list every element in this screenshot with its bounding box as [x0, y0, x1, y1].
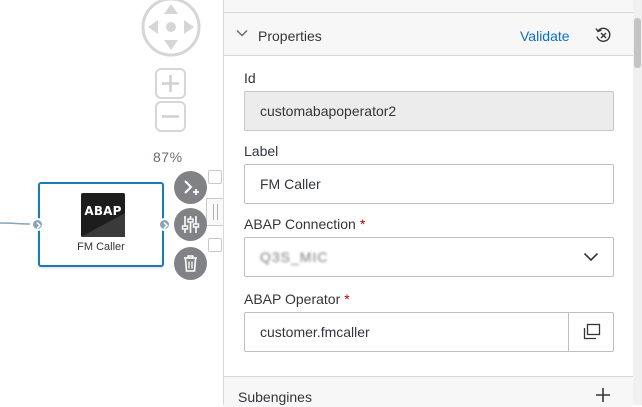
- properties-panel: Properties Validate Id customabapoperato…: [223, 0, 634, 407]
- zoom-in-button[interactable]: [155, 68, 186, 99]
- configure-icon: [181, 216, 200, 233]
- chevron-right-icon: [36, 221, 42, 230]
- scrollbar[interactable]: [633, 0, 642, 405]
- subengines-header[interactable]: Subengines: [224, 376, 633, 407]
- subengines-title: Subengines: [238, 389, 312, 405]
- required-marker: *: [359, 216, 366, 232]
- splitter-grip[interactable]: [206, 198, 223, 226]
- input-port[interactable]: [31, 218, 44, 231]
- splitter-handle-bottom[interactable]: [208, 238, 222, 252]
- required-marker: *: [344, 291, 350, 307]
- delete-button[interactable]: [174, 247, 207, 280]
- zoom-level-text: 87%: [153, 149, 183, 165]
- abap-icon: ABAP: [81, 193, 125, 237]
- abap-connection-label-text: ABAP Connection: [244, 216, 356, 232]
- zoom-out-icon: [162, 115, 179, 118]
- validate-button[interactable]: Validate: [520, 28, 570, 44]
- chevron-down-icon[interactable]: [583, 252, 599, 262]
- connect-icon: [184, 180, 199, 195]
- id-label: Id: [244, 70, 256, 86]
- abap-connection-value: Q3S_MIC: [260, 249, 329, 265]
- zoom-out-button[interactable]: [155, 101, 186, 132]
- label-field[interactable]: FM Caller: [244, 164, 614, 204]
- scrollbar-thumb[interactable]: [634, 18, 641, 68]
- splitter-handle-top[interactable]: [208, 170, 222, 184]
- abap-connection-select[interactable]: Q3S_MIC: [244, 237, 614, 277]
- configure-button[interactable]: [174, 208, 207, 241]
- chevron-right-icon: [163, 221, 169, 230]
- node-label: FM Caller: [77, 241, 125, 253]
- add-icon[interactable]: [596, 388, 610, 402]
- zoom-in-icon: [162, 75, 179, 92]
- properties-form: Id customabapoperator2 Label FM Caller A…: [224, 56, 633, 376]
- delete-icon: [184, 255, 197, 272]
- browse-operator-button[interactable]: [568, 312, 614, 352]
- connect-button[interactable]: [174, 171, 207, 204]
- label-label: Label: [244, 143, 279, 159]
- reset-icon[interactable]: [594, 26, 612, 44]
- graph-canvas[interactable]: 87% ABAP FM Caller: [0, 0, 223, 405]
- operator-node[interactable]: ABAP FM Caller: [38, 182, 164, 267]
- id-field: customabapoperator2: [244, 91, 614, 131]
- properties-header[interactable]: Properties Validate: [224, 13, 633, 56]
- abap-operator-field[interactable]: customer.fmcaller: [244, 312, 569, 352]
- chevron-down-icon[interactable]: [236, 29, 248, 37]
- output-port[interactable]: [158, 218, 171, 231]
- abap-connection-label: ABAP Connection *: [244, 216, 365, 232]
- properties-title: Properties: [258, 28, 322, 44]
- node-icon-text: ABAP: [84, 204, 122, 218]
- abap-operator-label: ABAP Operator *: [244, 291, 350, 307]
- navigation-pad-icon[interactable]: [140, 0, 202, 60]
- abap-operator-label-text: ABAP Operator: [244, 291, 341, 307]
- copy-icon: [583, 323, 601, 340]
